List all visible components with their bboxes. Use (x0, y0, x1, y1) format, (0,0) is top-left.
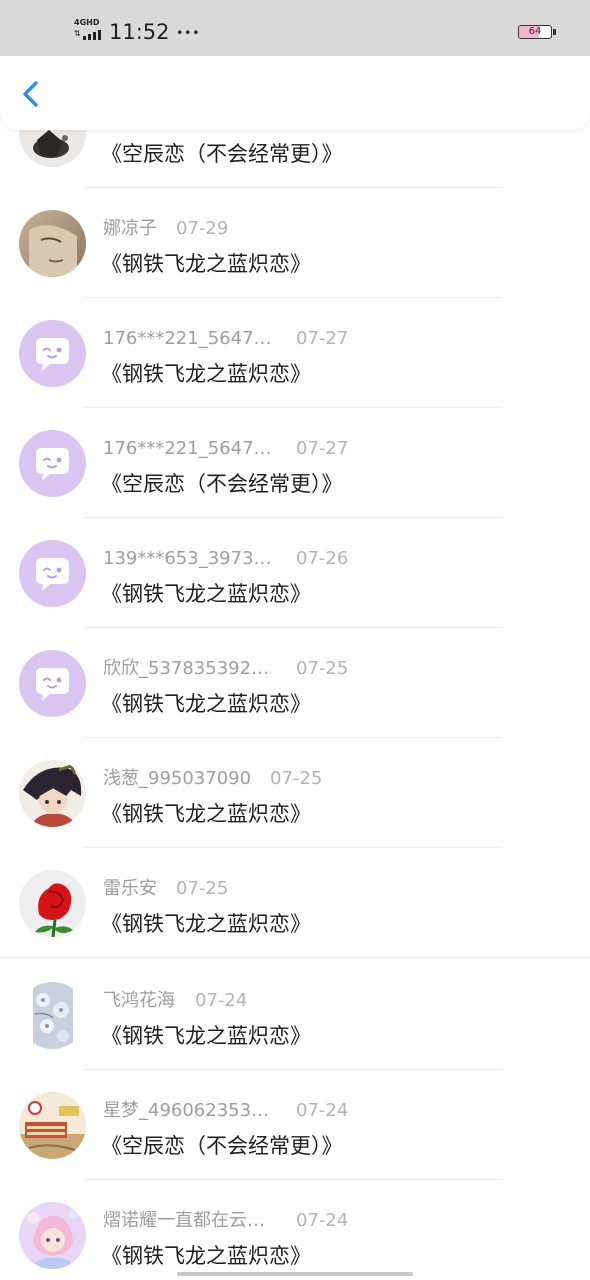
date: 07-25 (176, 878, 229, 899)
home-indicator[interactable] (177, 1272, 413, 1276)
list-item[interactable]: 139***653_3973… 07-26 《钢铁飞龙之蓝炽恋》 (0, 518, 590, 628)
avatar (19, 540, 86, 607)
list-item[interactable]: 欣欣_537835392… 07-25 《钢铁飞龙之蓝炽恋》 (0, 628, 590, 738)
list-item[interactable]: 娜凉子 07-29 《钢铁飞龙之蓝炽恋》 (0, 188, 590, 298)
list-item[interactable]: 浅葱_995037090 07-25 《钢铁飞龙之蓝炽恋》 (0, 738, 590, 848)
book-title[interactable]: 《空辰恋（不会经常更）》 (101, 470, 343, 498)
signal-indicator: 4GHD ⇅ (74, 19, 104, 43)
time-text: 11:52 (109, 20, 170, 44)
book-title[interactable]: 《空辰恋（不会经常更）》 (101, 1132, 343, 1160)
list-item[interactable]: 飞鸿花海 07-24 《钢铁飞龙之蓝炽恋》 (0, 960, 590, 1070)
battery-icon: 64 (518, 25, 552, 39)
list-item[interactable]: 雷乐安 07-25 《钢铁飞龙之蓝炽恋》 (0, 848, 590, 958)
rose-icon (19, 870, 86, 937)
date: 07-27 (296, 328, 349, 349)
list-item[interactable]: 熠诺耀一直都在云… 07-24 《钢铁飞龙之蓝炽恋》 (0, 1180, 590, 1280)
more-dots: ••• (176, 26, 201, 40)
avatar (19, 760, 86, 827)
anime-girl-avatar-icon (19, 1202, 86, 1269)
username: 欣欣_537835392… (103, 658, 270, 679)
cartoon-avatar-icon (19, 1092, 86, 1159)
date: 07-26 (296, 548, 349, 569)
data-arrows-icon: ⇅ (74, 29, 81, 38)
book-title[interactable]: 《空辰恋（不会经常更）》 (101, 140, 343, 168)
book-title[interactable]: 《钢铁飞龙之蓝炽恋》 (101, 800, 311, 828)
date: 07-24 (296, 1100, 349, 1121)
flowers-avatar-icon (19, 982, 86, 1049)
battery-tip (553, 29, 556, 35)
username: 176***221_5647… (103, 438, 272, 459)
back-button[interactable] (14, 76, 50, 112)
chat-bubble-icon (19, 430, 86, 497)
date: 07-25 (296, 658, 349, 679)
list-item[interactable]: 星梦_496062353… 07-24 《空辰恋（不会经常更）》 (0, 1070, 590, 1180)
avatar (19, 1092, 86, 1159)
photo-avatar-icon (19, 210, 86, 277)
avatar (19, 982, 86, 1049)
book-title[interactable]: 《钢铁飞龙之蓝炽恋》 (101, 1242, 311, 1270)
date: 07-25 (270, 768, 323, 789)
status-bar: 4GHD ⇅ 11:52 ••• 64 (0, 0, 590, 56)
book-title[interactable]: 《钢铁飞龙之蓝炽恋》 (101, 580, 311, 608)
avatar (19, 320, 86, 387)
avatar (19, 870, 86, 937)
divider (0, 957, 590, 958)
date: 07-27 (296, 438, 349, 459)
book-title[interactable]: 《钢铁飞龙之蓝炽恋》 (101, 1022, 311, 1050)
username: 雷乐安 (103, 878, 157, 899)
date: 07-24 (296, 1210, 349, 1231)
book-title[interactable]: 《钢铁飞龙之蓝炽恋》 (101, 690, 311, 718)
avatar (19, 650, 86, 717)
date: 07-24 (195, 990, 248, 1011)
username: 星梦_496062353… (103, 1100, 270, 1121)
avatar (19, 210, 86, 277)
battery-level: 64 (528, 26, 542, 37)
username: 176***221_5647… (103, 328, 272, 349)
chat-bubble-icon (19, 540, 86, 607)
signal-bars-icon (83, 30, 103, 40)
avatar (19, 1202, 86, 1269)
username: 飞鸿花海 (103, 990, 175, 1011)
book-title[interactable]: 《钢铁飞龙之蓝炽恋》 (101, 360, 311, 388)
avatar (19, 430, 86, 497)
network-type: 4GHD (74, 18, 100, 27)
top-nav-bar (0, 56, 590, 130)
chevron-left-icon (23, 81, 38, 107)
book-title[interactable]: 《钢铁飞龙之蓝炽恋》 (101, 910, 311, 938)
username: 139***653_3973… (103, 548, 272, 569)
username: 娜凉子 (103, 218, 157, 239)
username: 浅葱_995037090 (103, 768, 252, 789)
chat-bubble-icon (19, 650, 86, 717)
username: 熠诺耀一直都在云… (103, 1210, 265, 1231)
date: 07-29 (176, 218, 229, 239)
book-title[interactable]: 《钢铁飞龙之蓝炽恋》 (101, 250, 311, 278)
list-item[interactable]: 176***221_5647… 07-27 《空辰恋（不会经常更）》 (0, 408, 590, 518)
reader-list[interactable]: 《空辰恋（不会经常更）》 娜凉子 07-29 《钢铁飞龙之蓝炽恋》 176***… (0, 0, 590, 1280)
chat-bubble-icon (19, 320, 86, 387)
list-item[interactable]: 176***221_5647… 07-27 《钢铁飞龙之蓝炽恋》 (0, 298, 590, 408)
anime-avatar-icon (19, 760, 86, 827)
clock: 11:52 ••• (109, 18, 200, 47)
page: 《空辰恋（不会经常更）》 娜凉子 07-29 《钢铁飞龙之蓝炽恋》 176***… (0, 0, 590, 1280)
